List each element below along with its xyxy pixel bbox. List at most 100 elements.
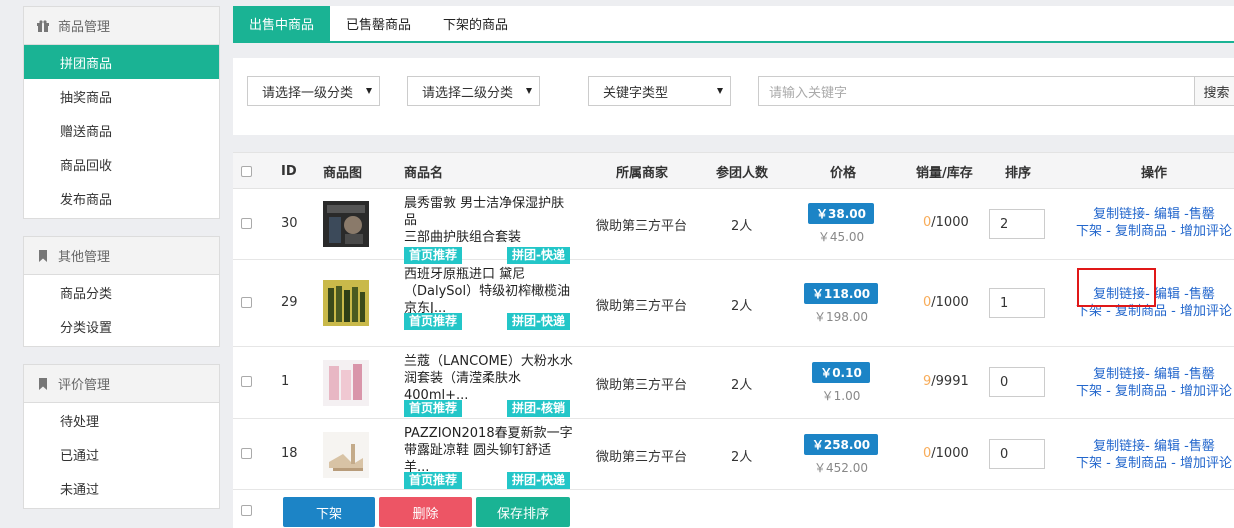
tab-offline[interactable]: 下架的商品 <box>427 6 524 41</box>
sort-input[interactable]: 0 <box>989 367 1045 397</box>
group-size: 2人 <box>731 378 753 393</box>
home-recommend-tag: 首页推荐 <box>404 313 463 330</box>
copy-goods-link[interactable]: 复制商品 <box>1115 224 1167 239</box>
category1-select[interactable]: 请选择一级分类 <box>247 76 380 106</box>
sidebar-group-title: 评价管理 <box>24 365 219 403</box>
sidebar-item-recycle-goods[interactable]: 商品回收 <box>24 147 219 181</box>
checkbox[interactable] <box>241 218 252 229</box>
sidebar-item-gift-goods[interactable]: 赠送商品 <box>24 113 219 147</box>
goods-name[interactable]: PAZZION2018春夏新款一字 带露趾凉鞋 圆头铆钉舒适羊... 首页推荐拼… <box>404 425 576 489</box>
col-id: ID <box>281 163 297 179</box>
col-sort: 排序 <box>1005 165 1032 181</box>
row-checkbox[interactable] <box>241 448 252 459</box>
original-price: ￥452.00 <box>814 461 868 475</box>
goods-name[interactable]: 西班牙原瓶进口 黛尼 （DalySol）特级初榨橄榄油 京东J... 首页推荐拼… <box>404 266 576 330</box>
sales-stock: 0/1000 <box>923 215 969 230</box>
col-image: 商品图 <box>323 165 363 181</box>
checkbox[interactable] <box>241 376 252 387</box>
bulk-offline-button[interactable]: 下架 <box>283 497 375 527</box>
table-row: 1 兰蔻（LANCOME）大粉水水 润套装（清滢柔肤水400ml+... 首页推… <box>233 347 1234 419</box>
edit-link[interactable]: 编辑 <box>1154 439 1180 454</box>
sort-input[interactable]: 0 <box>989 439 1045 469</box>
row-checkbox[interactable] <box>241 376 252 387</box>
group-size: 2人 <box>731 219 753 234</box>
sidebar-item-lottery-goods[interactable]: 抽奖商品 <box>24 79 219 113</box>
sidebar-item-publish-goods[interactable]: 发布商品 <box>24 181 219 215</box>
bookmark-icon <box>39 377 47 390</box>
goods-thumbnail <box>323 432 369 478</box>
home-recommend-tag: 首页推荐 <box>404 400 463 417</box>
add-review-link[interactable]: 增加评论 <box>1180 456 1232 471</box>
add-review-link[interactable]: 增加评论 <box>1180 304 1232 319</box>
edit-link[interactable]: 编辑 <box>1154 367 1180 382</box>
copy-goods-link[interactable]: 复制商品 <box>1115 456 1167 471</box>
copy-link-link[interactable]: 复制链接 <box>1093 439 1145 454</box>
sort-input[interactable]: 2 <box>989 209 1045 239</box>
group-price: ￥38.00 <box>808 203 874 224</box>
gift-icon <box>37 19 49 32</box>
bulk-select-checkbox[interactable] <box>241 505 252 516</box>
goods-id: 1 <box>281 374 290 389</box>
product-image <box>323 360 369 406</box>
table-header: ID 商品图 商品名 所属商家 参团人数 价格 销量/库存 排序 操作 <box>233 153 1234 189</box>
price-cell: ￥118.00 ￥198.00 <box>803 283 879 325</box>
row-checkbox[interactable] <box>241 218 252 229</box>
select-all-checkbox[interactable] <box>241 153 252 189</box>
group-type-tag: 拼团-核销 <box>507 400 570 417</box>
keyword-type-select[interactable]: 关键字类型 <box>588 76 731 106</box>
price-cell: ￥38.00 ￥45.00 <box>808 203 874 245</box>
offline-link[interactable]: 下架 <box>1076 384 1102 399</box>
sidebar-item-rejected[interactable]: 未通过 <box>24 471 219 505</box>
add-review-link[interactable]: 增加评论 <box>1180 224 1232 239</box>
sidebar-item-approved[interactable]: 已通过 <box>24 437 219 471</box>
merchant-name: 微助第三方平台 <box>596 219 688 234</box>
col-actions: 操作 <box>1141 165 1168 181</box>
checkbox[interactable] <box>241 165 252 177</box>
merchant-name: 微助第三方平台 <box>596 450 688 465</box>
sidebar-item-goods-category[interactable]: 商品分类 <box>24 275 219 309</box>
copy-link-link[interactable]: 复制链接 <box>1093 207 1145 222</box>
sidebar-item-pending[interactable]: 待处理 <box>24 403 219 437</box>
goods-name[interactable]: 晨秀雷敦 男士洁净保湿护肤品 三部曲护肤组合套装 首页推荐 拼团-快递 <box>404 195 576 264</box>
checkbox[interactable] <box>241 297 252 308</box>
sort-input[interactable]: 1 <box>989 288 1045 318</box>
sidebar-item-category-settings[interactable]: 分类设置 <box>24 309 219 343</box>
tab-on-sale[interactable]: 出售中商品 <box>233 6 331 41</box>
copy-goods-link[interactable]: 复制商品 <box>1115 384 1167 399</box>
sold-out-link[interactable]: 售罄 <box>1189 207 1215 222</box>
sold-out-link[interactable]: 售罄 <box>1189 287 1215 302</box>
group-price: ￥118.00 <box>803 283 879 304</box>
goods-name[interactable]: 兰蔻（LANCOME）大粉水水 润套装（清滢柔肤水400ml+... 首页推荐拼… <box>404 353 576 417</box>
bulk-delete-button[interactable]: 删除 <box>379 497 472 527</box>
edit-link[interactable]: 编辑 <box>1154 207 1180 222</box>
keyword-input[interactable]: 请输入关键字 <box>758 76 1195 106</box>
edit-link[interactable]: 编辑 <box>1154 287 1180 302</box>
sold-out-link[interactable]: 售罄 <box>1189 367 1215 382</box>
home-recommend-tag: 首页推荐 <box>404 472 463 489</box>
tab-sold-out[interactable]: 已售罄商品 <box>330 6 427 41</box>
group-type-tag: 拼团-快递 <box>507 472 570 489</box>
copy-link-link[interactable]: 复制链接 <box>1093 367 1145 382</box>
merchant-name: 微助第三方平台 <box>596 299 688 314</box>
sidebar-group-review: 评价管理 待处理 已通过 未通过 <box>23 364 220 509</box>
checkbox[interactable] <box>241 448 252 459</box>
sold-out-link[interactable]: 售罄 <box>1189 439 1215 454</box>
group-price: ￥0.10 <box>812 362 870 383</box>
sales-stock: 9/9991 <box>923 374 969 389</box>
col-price: 价格 <box>830 165 857 181</box>
search-button[interactable]: 搜索 <box>1194 76 1234 106</box>
group-type-tag: 拼团-快递 <box>507 313 570 330</box>
col-group-size: 参团人数 <box>716 165 769 181</box>
add-review-link[interactable]: 增加评论 <box>1180 384 1232 399</box>
sidebar-item-group-goods[interactable]: 拼团商品 <box>24 45 219 79</box>
offline-link[interactable]: 下架 <box>1076 224 1102 239</box>
offline-link[interactable]: 下架 <box>1076 456 1102 471</box>
save-sort-button[interactable]: 保存排序 <box>476 497 570 527</box>
goods-status-tabs: 出售中商品 已售罄商品 下架的商品 <box>233 6 1234 43</box>
row-checkbox[interactable] <box>241 297 252 308</box>
checkbox[interactable] <box>241 505 252 516</box>
group-price: ￥258.00 <box>803 434 879 455</box>
group-size: 2人 <box>731 450 753 465</box>
category2-select[interactable]: 请选择二级分类 <box>407 76 540 106</box>
caret-down-icon <box>717 88 723 94</box>
